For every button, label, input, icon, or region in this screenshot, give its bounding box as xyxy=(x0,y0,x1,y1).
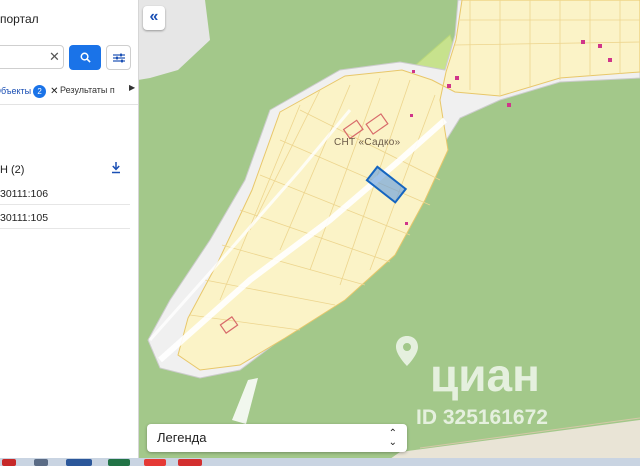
excel-icon[interactable] xyxy=(108,459,130,466)
filter-button[interactable] xyxy=(106,45,131,70)
word-icon[interactable] xyxy=(66,459,92,466)
result-row[interactable]: 30111:106 xyxy=(0,181,130,205)
cadastral-number: 30111:106 xyxy=(0,188,49,200)
collapse-sidebar-button[interactable]: « xyxy=(143,6,165,30)
legend-selector[interactable]: Легенда ⌃ ⌄ xyxy=(147,424,407,452)
tab-results-label: Результаты п xyxy=(60,85,115,95)
yandex-icon[interactable] xyxy=(178,459,202,466)
cadastral-number: 30111:105 xyxy=(0,212,49,224)
clear-icon[interactable]: ✕ xyxy=(49,49,60,65)
count-badge: 2 xyxy=(33,85,47,98)
app-icon[interactable] xyxy=(34,459,48,466)
double-chevron-left-icon: « xyxy=(149,8,159,25)
tab-results[interactable]: Результаты п xyxy=(60,85,115,95)
group-header: Н (2) xyxy=(0,164,25,176)
search-button[interactable] xyxy=(69,45,101,70)
result-row[interactable]: 30111:105 xyxy=(0,205,130,229)
updown-chevron-icon: ⌃ ⌄ xyxy=(388,428,397,448)
sliders-icon xyxy=(112,53,125,62)
search-icon xyxy=(80,52,91,63)
tab-objects-label: Объекты xyxy=(0,85,32,96)
legend-label: Легенда xyxy=(157,430,207,445)
chevron-right-icon[interactable]: ▶ xyxy=(129,83,135,92)
app-title: портал xyxy=(0,12,39,26)
opera-icon[interactable] xyxy=(2,459,16,466)
download-icon[interactable] xyxy=(111,162,121,174)
watermark-id: ID 325161672 xyxy=(416,406,548,429)
place-label: СНТ «Садко» xyxy=(334,137,401,148)
watermark-logo: циан xyxy=(430,349,540,401)
tab-objects[interactable]: Объекты2✕ xyxy=(0,85,59,98)
pin-icon xyxy=(396,336,418,366)
chrome-icon[interactable] xyxy=(144,459,166,466)
result-tabs: Объекты2✕ Результаты п ▶ xyxy=(0,78,138,105)
close-tab-icon[interactable]: ✕ xyxy=(50,86,58,97)
sidebar: портал ✕ Объекты2✕ Результаты п ▶ Н (2) … xyxy=(0,0,139,458)
taskbar xyxy=(0,458,640,466)
